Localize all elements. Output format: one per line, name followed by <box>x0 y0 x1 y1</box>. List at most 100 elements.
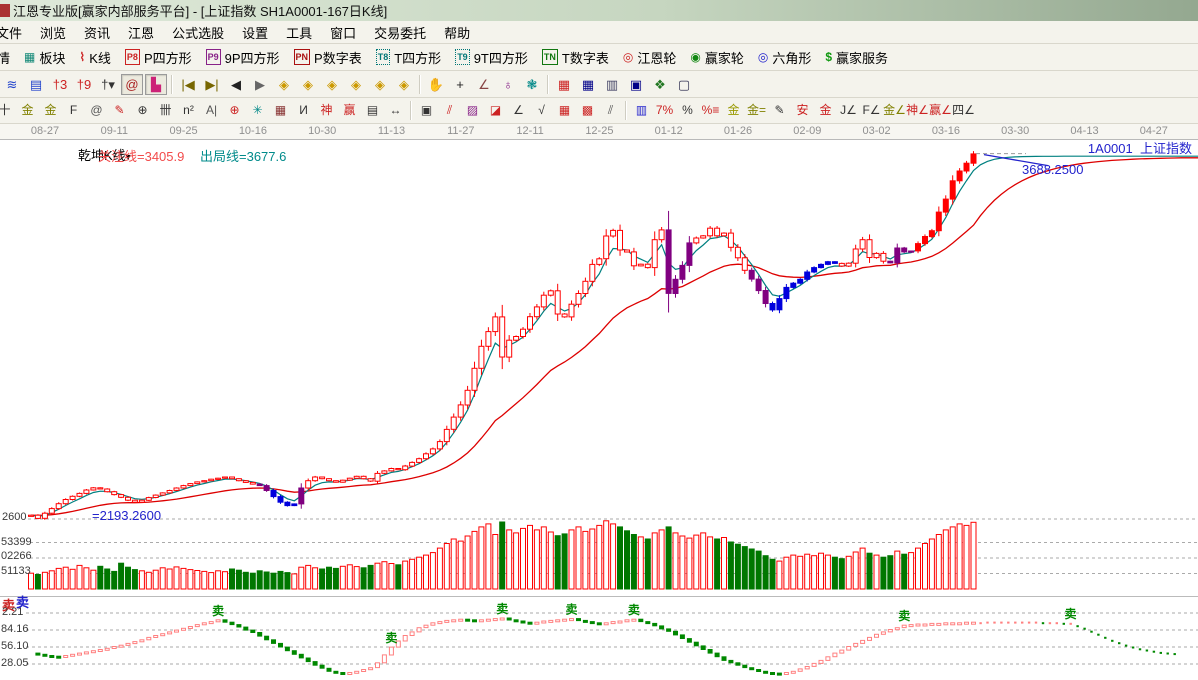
spiral-tool-icon[interactable]: @ <box>86 101 107 121</box>
ruler-123-tool-icon[interactable]: ▤ <box>362 101 383 121</box>
crosshair-icon[interactable]: + <box>449 74 471 95</box>
percent-tool-icon[interactable]: % <box>677 101 698 121</box>
check-lines-tool-icon[interactable]: √ <box>531 101 552 121</box>
percent-lines-tool-icon[interactable]: %≡ <box>700 101 721 121</box>
menu-item[interactable]: 设置 <box>233 21 277 44</box>
red-grid-box-tool-icon[interactable]: ▩ <box>577 101 598 121</box>
p-square-button[interactable]: P8 P四方形 <box>118 46 199 69</box>
kline-button[interactable]: ⌇ K线 <box>72 46 118 69</box>
market-quotes-button[interactable]: ⫶行情 <box>0 46 17 69</box>
go-last-icon[interactable]: ▶| <box>201 74 223 95</box>
kline-3-icon[interactable]: †3 <box>49 74 71 95</box>
network-icon[interactable]: ❖ <box>649 74 671 95</box>
pen-tool-icon[interactable]: ✎ <box>109 101 130 121</box>
color-histogram-icon[interactable]: ▙ <box>145 73 167 95</box>
ying-tool-icon[interactable]: 赢 <box>339 101 360 121</box>
shen-angle-tool-icon[interactable]: 神∠ <box>906 101 929 121</box>
target-tool-icon[interactable]: ⊕ <box>224 101 245 121</box>
info-doc-icon[interactable]: ▤ <box>25 74 47 95</box>
diamond-full-icon[interactable]: ◈ <box>393 74 415 95</box>
gold-angle-tool-icon[interactable]: 金∠ <box>883 101 906 121</box>
chart-area[interactable]: 卖卖卖卖卖卖卖 乾坤K线▾ 关注线=3405.9 出局线=3677.6 1A00… <box>0 126 1198 680</box>
kline-9-icon[interactable]: †9 <box>73 74 95 95</box>
menu-item[interactable]: 窗口 <box>321 21 365 44</box>
menu-item[interactable]: 帮助 <box>435 21 479 44</box>
ying-angle-tool-icon[interactable]: 赢∠ <box>929 101 952 121</box>
four-angle-tool-icon[interactable]: 四∠ <box>952 101 975 121</box>
shen-tool-icon[interactable]: 神 <box>316 101 337 121</box>
notes-icon[interactable]: ▥ <box>601 74 623 95</box>
golden-ratio-tool-2-icon[interactable]: 金 <box>40 101 61 121</box>
pattern-box-icon[interactable]: @ <box>121 73 143 95</box>
nine-p-square-button[interactable]: P9 9P四方形 <box>199 46 287 69</box>
box-tool-icon[interactable]: ▣ <box>416 101 437 121</box>
gann-wheel-tool-icon[interactable]: ⊕ <box>132 101 153 121</box>
gann-wheel-button[interactable]: ◎ 江恩轮 <box>616 46 684 69</box>
parallel-lines-tool-icon[interactable]: ⫽ <box>600 101 621 121</box>
anchor-tool-icon[interactable]: ♁ <box>497 74 519 95</box>
cross-cursor-tool-icon[interactable]: 十 <box>0 101 15 121</box>
cloud-tool-icon[interactable]: ❃ <box>521 74 543 95</box>
menu-item[interactable]: 文件 <box>0 21 31 44</box>
trendline-tool-icon[interactable]: ∠ <box>473 74 495 95</box>
title-bar[interactable]: 江恩专业版[赢家内部服务平台] - [上证指数 SH1A0001-167日K线] <box>0 0 1198 21</box>
market-view-icon[interactable]: ≋ <box>1 74 23 95</box>
menu-item[interactable]: 资讯 <box>75 21 119 44</box>
wave-mark-tool-icon[interactable]: И <box>293 101 314 121</box>
date-tick-label: 12-25 <box>585 125 614 137</box>
square-numbers-tool-icon[interactable]: n² <box>178 101 199 121</box>
t-square-button[interactable]: T8 T四方形 <box>369 46 448 69</box>
diamond-left-icon[interactable]: ◈ <box>273 74 295 95</box>
menu-item[interactable]: 公式选股 <box>163 21 233 44</box>
workstation-icon[interactable]: ▢ <box>673 74 695 95</box>
gold-lines-tool-icon[interactable]: 金= <box>746 101 767 121</box>
menu-item[interactable]: 浏览 <box>31 21 75 44</box>
diamond-hswap-icon[interactable]: ◈ <box>321 74 343 95</box>
f-angle-tool-icon[interactable]: F∠ <box>861 101 882 121</box>
winner-service-button[interactable]: $ 赢家服务 <box>818 46 895 69</box>
an-wave-tool-icon[interactable]: 安 <box>792 101 813 121</box>
p-number-table-button[interactable]: PN P数字表 <box>287 46 369 69</box>
kline-plot[interactable]: 卖卖卖卖卖卖卖 <box>0 126 1198 680</box>
fibonacci-tool-icon[interactable]: F <box>63 101 84 121</box>
nine-t-square-button[interactable]: T9 9T四方形 <box>448 46 535 69</box>
osc-axis-label: 56.10 <box>1 640 29 652</box>
golden-ratio-tool-1-icon[interactable]: 金 <box>17 101 38 121</box>
diamond-right-icon[interactable]: ◈ <box>297 74 319 95</box>
diamond-compress-icon[interactable]: ◈ <box>345 74 367 95</box>
angle-fan-tool-icon[interactable]: ∠ <box>508 101 529 121</box>
date-ruler[interactable]: 08-27 09-11 09-25 10-16 10-30 11-13 11-27 12-11… <box>0 124 1198 140</box>
calendar-icon[interactable]: ▦ <box>553 74 575 95</box>
diamond-expand-icon[interactable]: ◈ <box>369 74 391 95</box>
histogram-tool-icon[interactable]: ▥ <box>631 101 652 121</box>
hexagon-button[interactable]: ◎ 六角形 <box>751 46 819 69</box>
mirror-tool-icon[interactable]: A| <box>201 101 222 121</box>
percent-7-tool-icon[interactable]: 7% <box>654 101 675 121</box>
grid-comb-tool-icon[interactable]: 卌 <box>155 101 176 121</box>
calculator-icon[interactable]: ▦ <box>577 74 599 95</box>
brush-tool-icon[interactable]: ✎ <box>769 101 790 121</box>
gold-circle-tool-icon[interactable]: 金 <box>723 101 744 121</box>
kline-period-dropdown-icon[interactable]: †▾ <box>97 74 119 95</box>
web-tool-icon[interactable]: ✳ <box>247 101 268 121</box>
save-icon[interactable]: ▣ <box>625 74 647 95</box>
span-tool-icon[interactable]: ↔ <box>385 101 406 121</box>
menu-item[interactable]: 交易委托 <box>365 21 435 44</box>
go-first-icon[interactable]: |◀ <box>177 74 199 95</box>
toolbar-separator <box>547 74 549 94</box>
hand-tool-icon[interactable]: ✋ <box>425 74 447 95</box>
fan-box-tool-icon[interactable]: ▨ <box>462 101 483 121</box>
sectors-button[interactable]: ▦ 板块 <box>17 46 72 69</box>
red-grid-tool-icon[interactable]: ▦ <box>554 101 575 121</box>
gold-underline-tool-icon[interactable]: 金 <box>815 101 836 121</box>
menu-item[interactable]: 江恩 <box>119 21 163 44</box>
step-forward-icon[interactable]: ▶ <box>249 74 271 95</box>
j-angle-tool-icon[interactable]: J∠ <box>838 101 859 121</box>
star-grid-tool-icon[interactable]: ▦ <box>270 101 291 121</box>
diagonal-box-tool-icon[interactable]: ◪ <box>485 101 506 121</box>
step-back-icon[interactable]: ◀ <box>225 74 247 95</box>
winner-wheel-button[interactable]: ◉ 赢家轮 <box>683 46 751 69</box>
t-number-table-button[interactable]: TN T数字表 <box>535 46 616 69</box>
menu-item[interactable]: 工具 <box>277 21 321 44</box>
fan-lines-tool-icon[interactable]: ⫽ <box>439 101 460 121</box>
